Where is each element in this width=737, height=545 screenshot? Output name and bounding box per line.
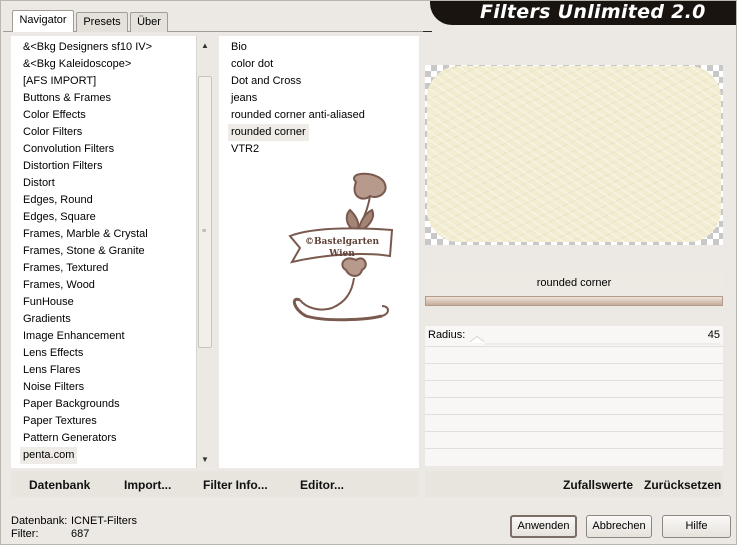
progress-bar <box>425 296 723 306</box>
param-row-radius[interactable]: Radius: 45 <box>425 326 723 346</box>
radius-slider-handle-icon[interactable] <box>469 337 485 343</box>
param-divider <box>425 363 723 364</box>
tab-presets[interactable]: Presets <box>76 12 128 32</box>
scroll-up-icon[interactable]: ▲ <box>197 38 213 54</box>
param-divider <box>425 397 723 398</box>
radius-slider-track[interactable] <box>485 343 721 345</box>
category-item[interactable]: Frames, Marble & Crystal <box>23 226 148 243</box>
category-item[interactable]: Gradients <box>23 311 71 328</box>
editor-button[interactable]: Editor... <box>300 478 344 492</box>
status-filter-label: Filter: <box>11 528 39 540</box>
apply-button[interactable]: Anwenden <box>510 515 577 538</box>
database-button[interactable]: Datenbank <box>29 478 90 492</box>
current-filter-name: rounded corner <box>425 272 723 294</box>
app-title: Filters Unlimited 2.0 <box>480 1 706 23</box>
category-item[interactable]: Pattern Generators <box>23 430 117 447</box>
param-divider <box>425 346 723 347</box>
watermark-line2: Wien <box>328 249 355 259</box>
filter-item[interactable]: VTR2 <box>231 141 259 158</box>
param-value: 45 <box>707 329 720 341</box>
category-item[interactable]: Noise Filters <box>23 379 84 396</box>
category-item[interactable]: &<Bkg Designers sf10 IV> <box>23 39 152 56</box>
category-list[interactable]: &<Bkg Designers sf10 IV> &<Bkg Kaleidosc… <box>11 36 212 468</box>
category-item[interactable]: Paper Backgrounds <box>23 396 120 413</box>
param-divider <box>425 448 723 449</box>
random-button[interactable]: Zufallswerte <box>563 478 633 492</box>
param-label: Radius: <box>428 329 466 341</box>
category-item[interactable]: Distort <box>23 175 55 192</box>
category-item[interactable]: Paper Textures <box>23 413 97 430</box>
category-item[interactable]: Color Effects <box>23 107 86 124</box>
category-item[interactable]: &<Bkg Kaleidoscope> <box>23 56 131 73</box>
filter-item[interactable]: Bio <box>231 39 247 56</box>
status-filter-value: 687 <box>71 528 90 540</box>
category-item[interactable]: Edges, Square <box>23 209 96 226</box>
watermark-flower-icon: ©Bastelgarten Wien <box>288 172 394 322</box>
filter-item[interactable]: rounded corner anti-aliased <box>231 107 365 124</box>
preview-canvas <box>425 65 723 245</box>
filter-item[interactable]: Dot and Cross <box>231 73 301 90</box>
reset-button[interactable]: Zurücksetzen <box>644 478 721 492</box>
grip-icon: ≡ <box>202 228 207 235</box>
watermark-line1: ©Bastelgarten <box>305 237 380 247</box>
category-item[interactable]: Distortion Filters <box>23 158 102 175</box>
import-button[interactable]: Import... <box>124 478 171 492</box>
param-divider <box>425 431 723 432</box>
filter-item[interactable]: color dot <box>231 56 273 73</box>
category-item[interactable]: Frames, Stone & Granite <box>23 243 145 260</box>
category-item[interactable]: Image Enhancement <box>23 328 125 345</box>
filter-item-selected[interactable]: rounded corner <box>228 124 309 141</box>
tab-uber[interactable]: Über <box>130 12 168 32</box>
category-item-selected[interactable]: penta.com <box>20 447 78 464</box>
category-scrollbar[interactable]: ▲ ≡ ▼ <box>196 36 212 468</box>
progress-fill <box>426 297 722 305</box>
category-item[interactable]: Frames, Textured <box>23 260 108 277</box>
preview-image <box>427 66 721 242</box>
status-database-label: Datenbank: <box>11 515 68 527</box>
param-divider <box>425 380 723 381</box>
cancel-button[interactable]: Abbrechen <box>586 515 652 538</box>
param-divider <box>425 414 723 415</box>
category-item[interactable]: Frames, Wood <box>23 277 95 294</box>
filter-info-button[interactable]: Filter Info... <box>203 478 268 492</box>
filter-item[interactable]: jeans <box>231 90 257 107</box>
category-item[interactable]: [AFS IMPORT] <box>23 73 96 90</box>
category-item[interactable]: Edges, Round <box>23 192 93 209</box>
status-database-value: ICNET-Filters <box>71 515 137 527</box>
category-item[interactable]: Lens Effects <box>23 345 83 362</box>
scroll-thumb[interactable]: ≡ <box>198 76 212 348</box>
category-item[interactable]: Convolution Filters <box>23 141 114 158</box>
tab-navigator[interactable]: Navigator <box>12 10 74 32</box>
parameter-panel: Radius: 45 <box>425 326 723 466</box>
help-button[interactable]: Hilfe <box>662 515 731 538</box>
scroll-down-icon[interactable]: ▼ <box>197 452 213 468</box>
category-item[interactable]: Buttons & Frames <box>23 90 111 107</box>
category-item[interactable]: FunHouse <box>23 294 74 311</box>
category-item[interactable]: Color Filters <box>23 124 82 141</box>
category-item[interactable]: Lens Flares <box>23 362 80 379</box>
